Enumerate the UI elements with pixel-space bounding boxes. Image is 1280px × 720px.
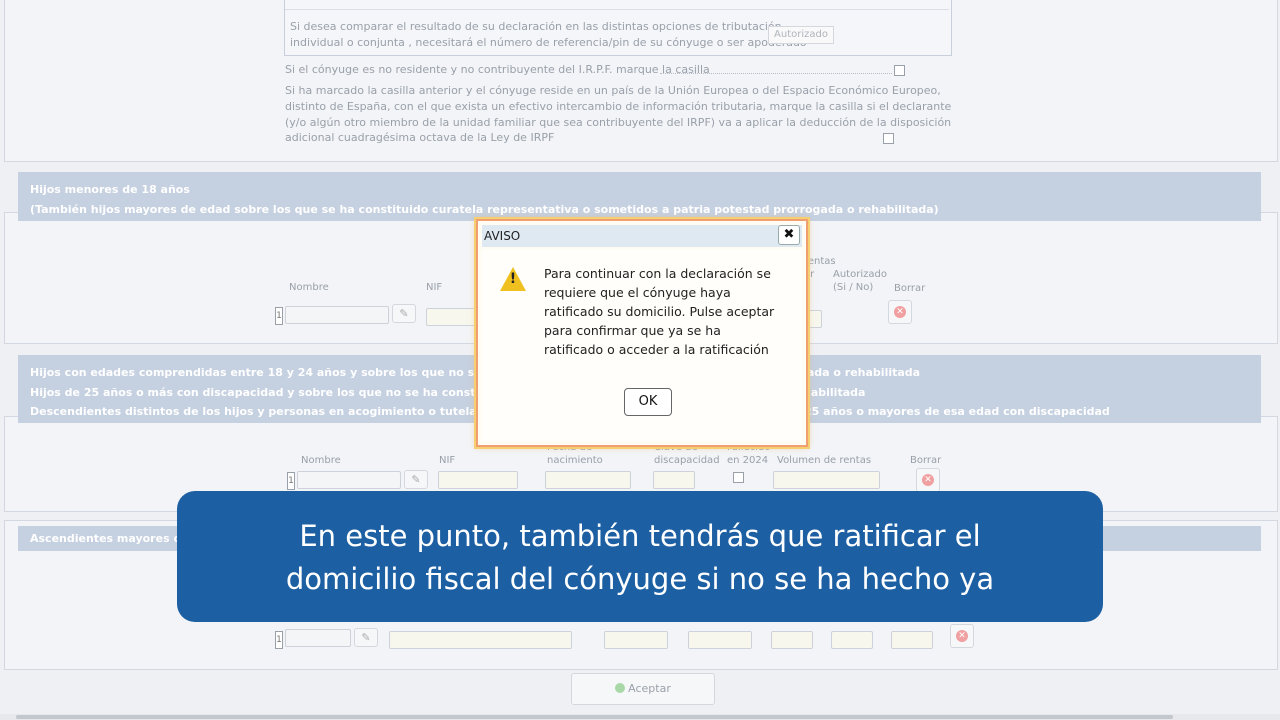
older-col-volumen: Volumen de rentas [777, 455, 872, 466]
children-col-nif: NIF [426, 282, 443, 293]
dialog-message: Para continuar con la declaración se req… [544, 266, 775, 357]
spouse-compare-text-2: individual o conjunta , necesitará el nú… [290, 36, 807, 49]
older-col-fallecido-2: en 2024 [727, 455, 769, 466]
dialog-body: ! Para continuar con la declaración se r… [482, 249, 802, 441]
children-col-nombre: Nombre [289, 282, 329, 293]
children-edit-button[interactable]: ✎ [392, 304, 416, 323]
children-header: Hijos menores de 18 años (También hijos … [18, 172, 1261, 221]
deduction-checkbox[interactable] [883, 133, 894, 144]
warning-icon-mark: ! [509, 271, 517, 287]
pencil-icon: ✎ [361, 631, 371, 644]
children-title-2: (También hijos mayores de edad sobre los… [30, 203, 939, 216]
subtitle-caption: En este punto, también tendrás que ratif… [177, 491, 1103, 622]
older-title-2-tail: habilitada [803, 386, 866, 399]
children-row-number: 1 [275, 307, 283, 325]
deduction-text-3: (y/o algún otro miembro de la unidad fam… [285, 116, 952, 129]
ascendants-nombre-input[interactable] [285, 629, 351, 647]
delete-icon: ✕ [894, 306, 906, 318]
children-col-autorizado-2: (Si / No) [833, 282, 874, 293]
ascendants-delete-button[interactable]: ✕ [950, 624, 974, 648]
older-fecha-input[interactable] [545, 471, 631, 489]
older-col-fecha-2: nacimiento [547, 455, 603, 466]
delete-icon: ✕ [922, 474, 934, 486]
older-clave-input[interactable] [653, 471, 695, 489]
deduction-text-4: adicional cuadragésima octava de la Ley … [285, 131, 555, 144]
children-title-1: Hijos menores de 18 años [30, 183, 190, 196]
check-icon [615, 683, 626, 693]
deduction-text-2: distinto de España, con el que exista un… [285, 100, 952, 113]
older-col-nombre: Nombre [301, 455, 341, 466]
horizontal-scrollbar[interactable] [0, 714, 1280, 720]
ascendants-field-2[interactable] [688, 631, 752, 649]
children-col-rentas-1: rentas [804, 256, 836, 267]
pencil-icon: ✎ [399, 307, 409, 320]
older-nif-input[interactable] [438, 471, 518, 489]
older-col-clave-2: discapacidad [654, 455, 720, 466]
caption-line-1: En este punto, también tendrás que ratif… [299, 519, 981, 553]
ascendants-edit-button[interactable]: ✎ [354, 628, 378, 647]
ascendants-field-5[interactable] [891, 631, 933, 649]
deduction-text-1: Si ha marcado la casilla anterior y el c… [285, 84, 941, 97]
children-nombre-input[interactable] [285, 306, 389, 324]
pencil-icon: ✎ [411, 473, 421, 486]
nonresident-checkbox[interactable] [894, 65, 905, 76]
ok-button[interactable]: OK [624, 388, 672, 416]
children-col-autorizado-1: Autorizado [833, 269, 887, 280]
spouse-compare-text-1: Si desea comparar el resultado de su dec… [290, 20, 782, 33]
ascendants-field-1[interactable] [604, 631, 668, 649]
delete-icon: ✕ [956, 630, 968, 642]
older-edit-button[interactable]: ✎ [404, 470, 428, 489]
older-row-number: 1 [287, 472, 295, 490]
caption-line-2: domicilio fiscal del cónyuge si no se ha… [285, 562, 995, 596]
children-col-borrar: Borrar [894, 283, 926, 294]
scrollbar-thumb[interactable] [16, 715, 1173, 719]
ascendants-field-4[interactable] [831, 631, 873, 649]
dialog-title: AVISO [482, 225, 802, 247]
close-button[interactable]: ✖ [778, 225, 800, 245]
older-col-borrar: Borrar [910, 455, 942, 466]
children-nif-input[interactable] [426, 308, 478, 326]
accept-button[interactable]: Aceptar [571, 673, 715, 705]
ascendants-nif-input[interactable] [389, 631, 572, 649]
older-fallecido-checkbox[interactable] [733, 472, 744, 483]
older-col-nif: NIF [439, 455, 456, 466]
ascendants-row-number: 1 [275, 631, 283, 649]
authorized-button[interactable]: Autorizado [768, 26, 834, 44]
older-title-3-tail: 25 años o mayores de esa edad con discap… [804, 405, 1110, 418]
nonresident-text: Si el cónyuge es no residente y no contr… [285, 63, 710, 76]
older-delete-button[interactable]: ✕ [916, 468, 940, 492]
children-delete-button[interactable]: ✕ [888, 300, 912, 324]
older-nombre-input[interactable] [297, 471, 401, 489]
older-volumen-input[interactable] [773, 471, 880, 489]
warning-dialog: AVISO ✖ ! Para continuar con la declarac… [476, 219, 808, 447]
ascendants-field-3[interactable] [771, 631, 813, 649]
